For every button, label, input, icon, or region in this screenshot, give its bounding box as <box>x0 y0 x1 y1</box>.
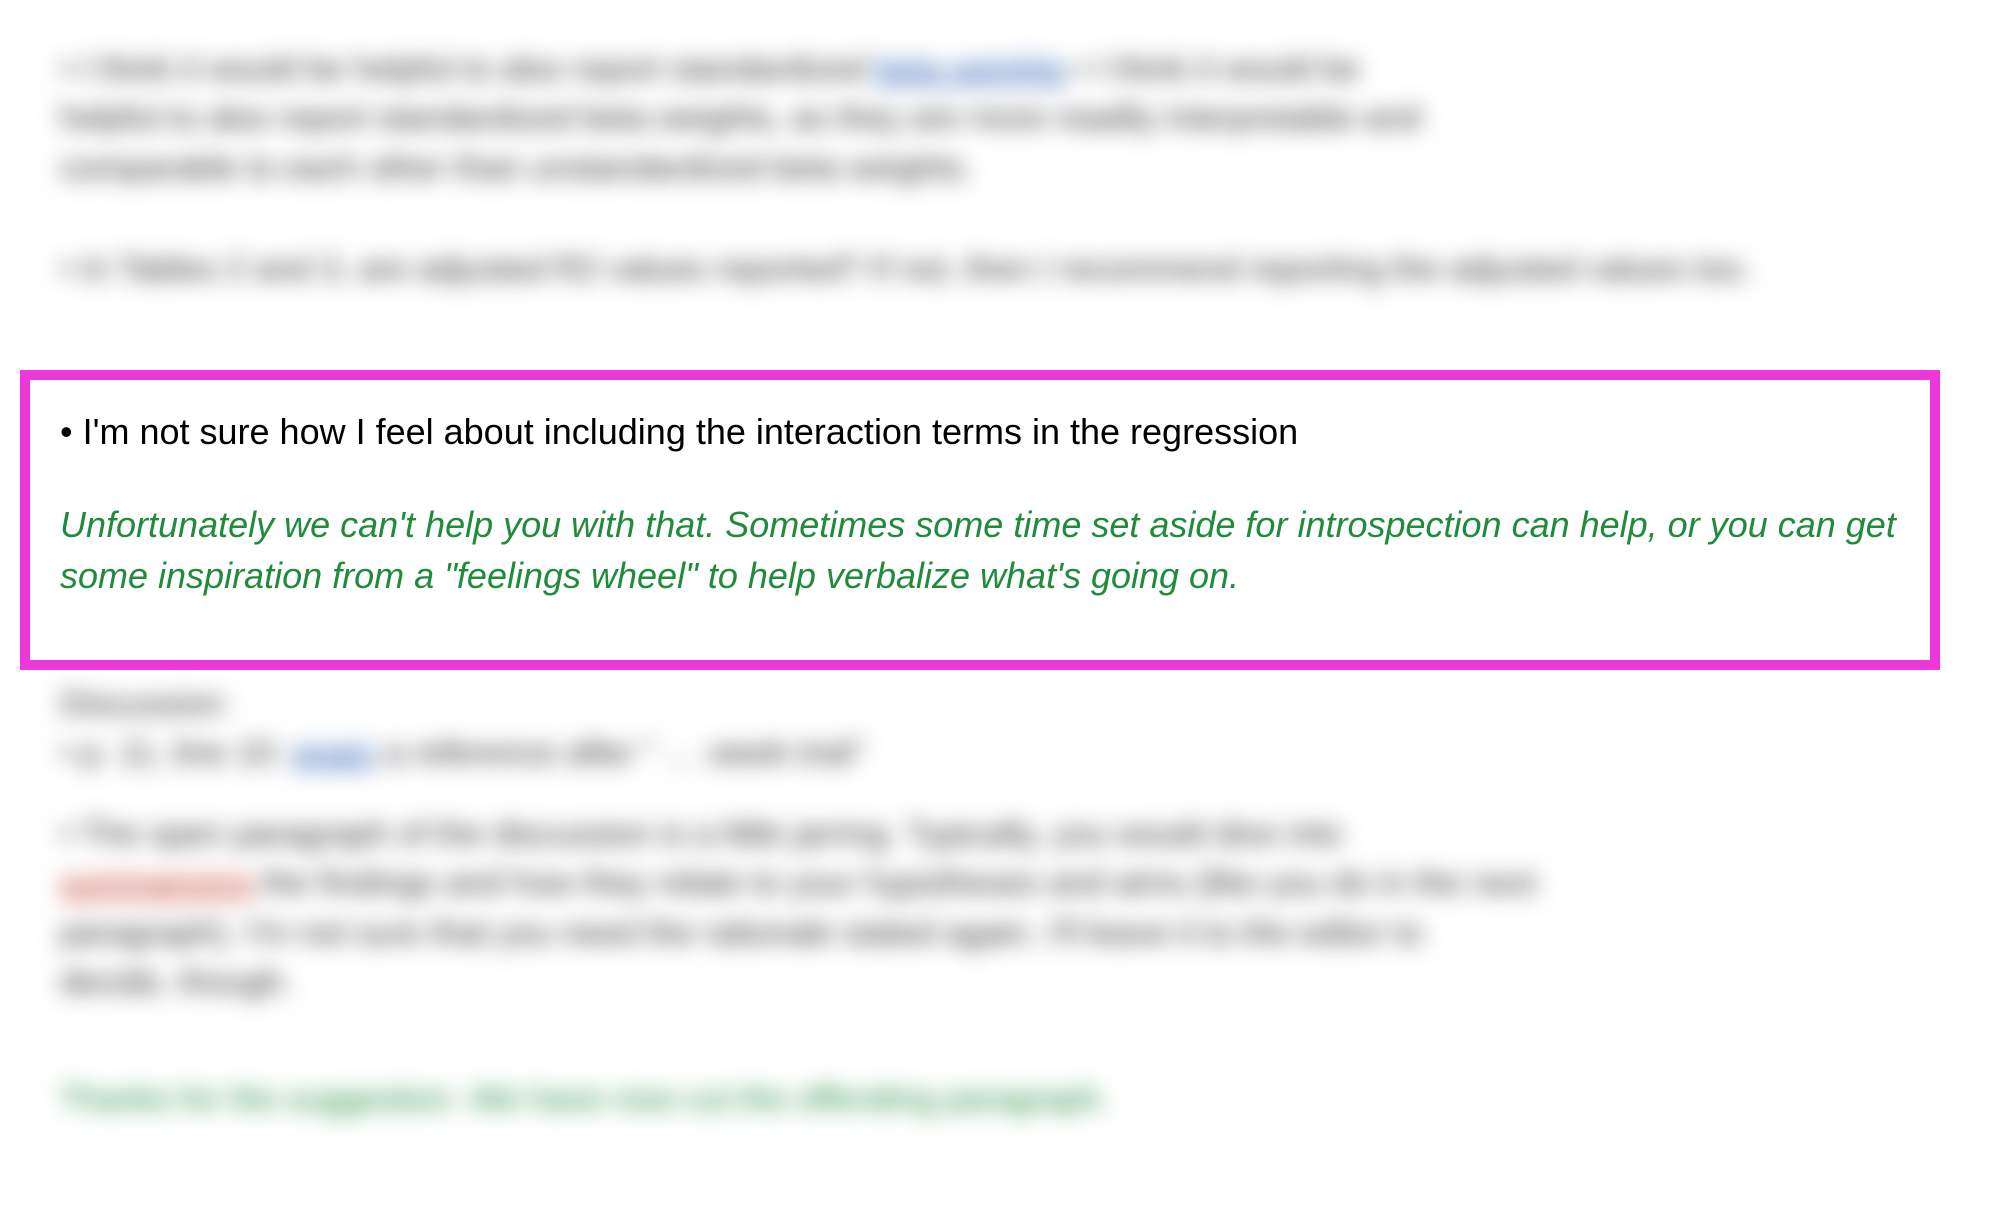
blurred-heading: Discussion <box>60 680 980 729</box>
blurred-paragraph: Discussion • p. 11, line 10: again a ref… <box>60 680 980 779</box>
blurred-text: • p. 11, line 10: again a reference afte… <box>60 729 980 778</box>
document-page: • I think it would be helpful to also re… <box>0 0 2000 1218</box>
blurred-paragraph: • In Tables 2 and 3, are adjusted R2 val… <box>60 245 1940 294</box>
blurred-text: • I think it would be helpful to also re… <box>60 50 875 88</box>
reviewer-comment: • I'm not sure how I feel about includin… <box>60 408 1900 457</box>
highlighted-excerpt: • I'm not sure how I feel about includin… <box>20 370 1940 670</box>
blurred-paragraph: • The open paragraph of the discussion i… <box>60 810 1540 1007</box>
blurred-link: beta weights <box>875 50 1066 88</box>
author-reply: Unfortunately we can't help you with tha… <box>60 499 1900 601</box>
blurred-link: again <box>292 734 375 772</box>
blurred-reply: Thanks for the suggestion. We have now c… <box>60 1075 1320 1124</box>
blurred-paragraph: • I think it would be helpful to also re… <box>60 45 1440 193</box>
blurred-spellcheck: summarizing <box>60 864 253 902</box>
